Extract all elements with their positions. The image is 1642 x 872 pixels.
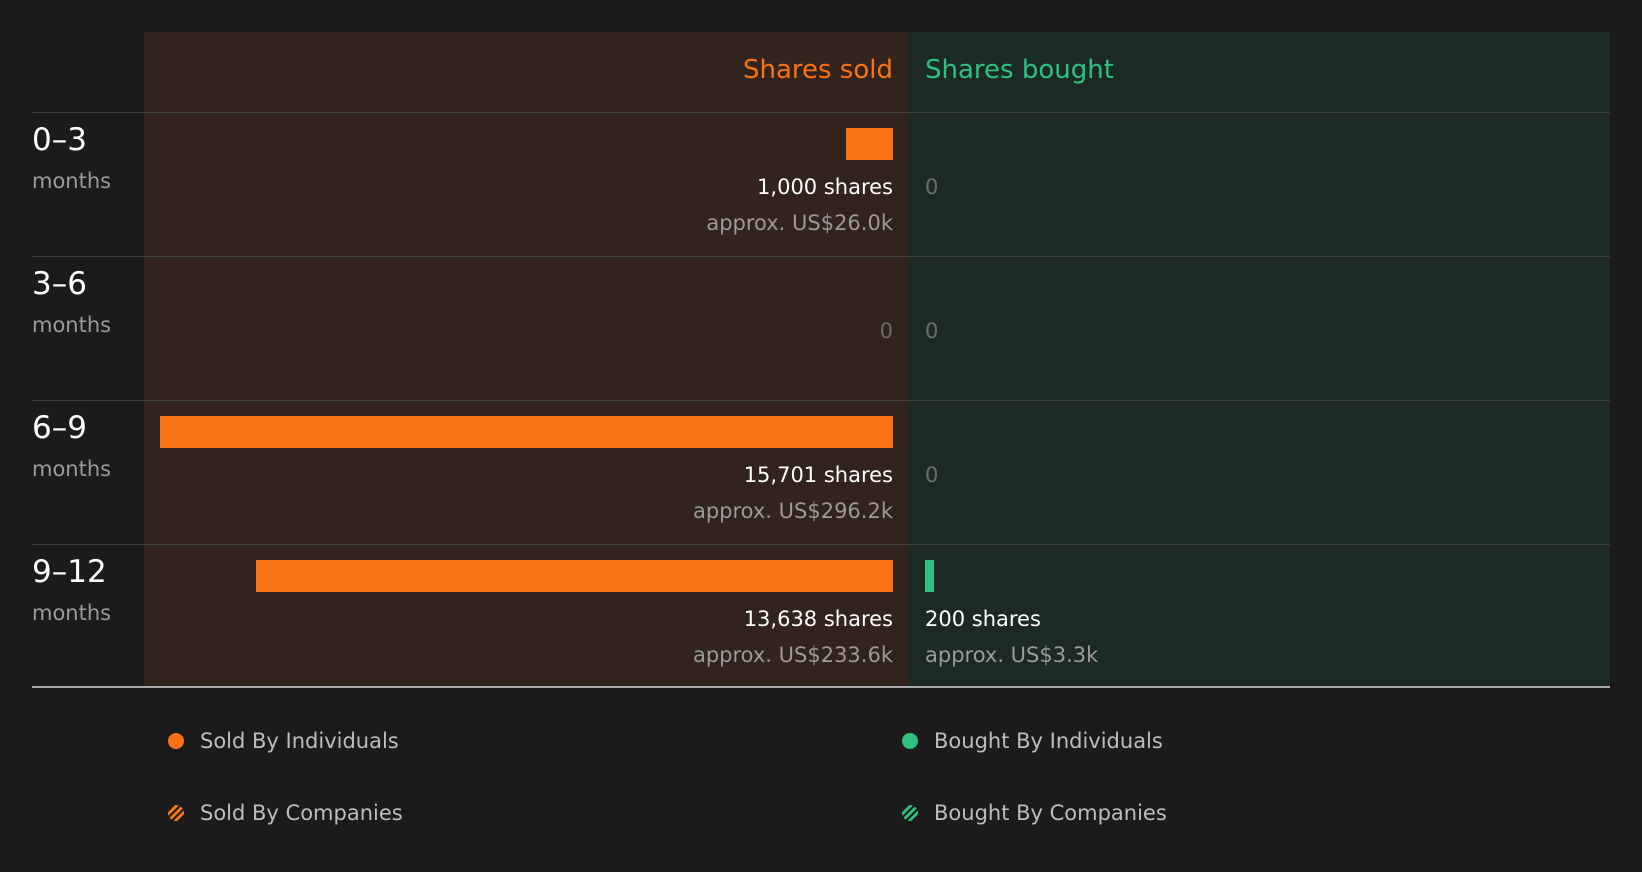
period-row: 6–9 months 15,701 shares approx. US$296.2k 0 [0, 400, 1642, 544]
sold-bar [160, 416, 893, 448]
sold-bar [256, 560, 893, 592]
sold-value-label: approx. US$233.6k [692, 643, 893, 667]
period-label: 0–3 [32, 122, 87, 158]
sold-bar [846, 128, 893, 160]
bought-value-label: approx. US$3.3k [925, 643, 1099, 667]
period-unit: months [32, 601, 112, 625]
insider-trading-chart: Shares sold Shares bought 0–3 months 1,000… [0, 0, 1642, 872]
dot-icon [168, 733, 184, 749]
sold-shares-label: 13,638 shares [743, 607, 893, 631]
bought-shares-label: 200 shares [925, 607, 1041, 631]
legend-label: Bought By Companies [934, 801, 1167, 825]
legend-item: Bought By Individuals [902, 726, 1163, 756]
sold-shares-label: 15,701 shares [743, 463, 893, 487]
bought-zero-label: 0 [925, 319, 939, 343]
sold-value-label: approx. US$26.0k [706, 211, 893, 235]
sold-zero-label: 0 [879, 319, 893, 343]
sold-shares-label: 1,000 shares [757, 175, 893, 199]
period-label: 9–12 [32, 554, 107, 590]
period-row: 3–6 months 0 0 [0, 256, 1642, 400]
period-row: 9–12 months 13,638 shares approx. US$233.6k… [0, 544, 1642, 688]
legend-item: Sold By Individuals [168, 726, 399, 756]
bought-bar [925, 560, 934, 592]
legend-label: Sold By Companies [200, 801, 403, 825]
legend-item: Sold By Companies [168, 798, 403, 828]
sold-column-header: Shares sold [742, 55, 893, 85]
legend-item: Bought By Companies [902, 798, 1167, 828]
period-label: 6–9 [32, 410, 87, 446]
sold-value-label: approx. US$296.2k [692, 499, 893, 523]
hatched-dot-icon [902, 805, 918, 821]
bought-column-header: Shares bought [925, 55, 1114, 85]
period-label: 3–6 [32, 266, 87, 302]
dot-icon [902, 733, 918, 749]
period-unit: months [32, 169, 112, 193]
legend-label: Sold By Individuals [200, 729, 399, 753]
bought-zero-label: 0 [925, 463, 939, 487]
legend-label: Bought By Individuals [934, 729, 1163, 753]
period-unit: months [32, 313, 112, 337]
bought-zero-label: 0 [925, 175, 939, 199]
hatched-dot-icon [168, 805, 184, 821]
period-row: 0–3 months 1,000 shares approx. US$26.0k 0 [0, 112, 1642, 256]
period-unit: months [32, 457, 112, 481]
